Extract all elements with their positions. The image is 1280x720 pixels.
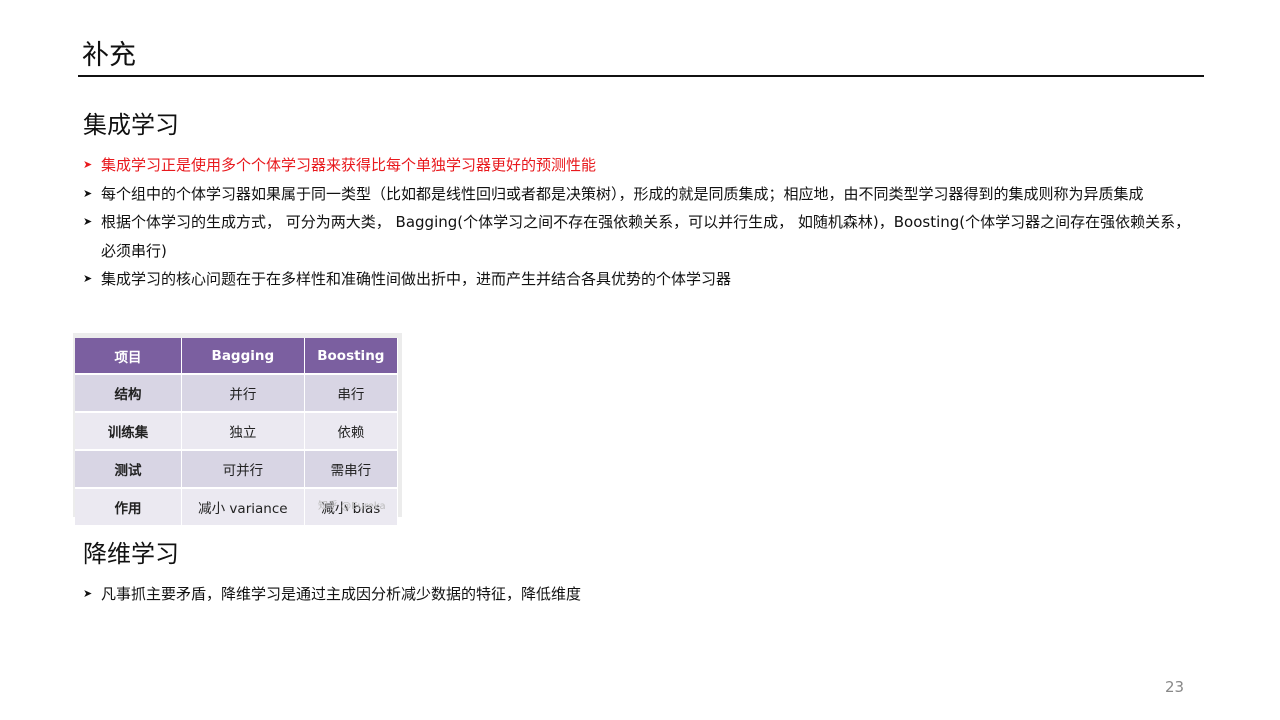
table-header-row: 项目 Bagging Boosting [75,338,399,374]
bullet-text: 凡事抓主要矛盾，降维学习是通过主成因分析减少数据的特征，降低维度 [101,585,582,603]
ensemble-bullet-list: ➤ 集成学习正是使用多个个体学习器来获得比每个单独学习器更好的预测性能 ➤ 每个… [83,151,1203,294]
dimreduction-bullet-list: ➤ 凡事抓主要矛盾，降维学习是通过主成因分析减少数据的特征，降低维度 [83,580,1203,609]
table-cell: 减小 variance [181,487,305,525]
table-cell: 依赖 [304,411,399,450]
table-header-cell: Bagging [181,338,305,374]
table-row-header: 测试 [75,449,182,488]
table-header-cell: 项目 [75,338,182,374]
table-row-header: 作用 [75,487,182,525]
bullet-text: 每个组中的个体学习器如果属于同一类型（比如都是线性回归或者都是决策树），形成的就… [101,184,1144,203]
bullet-item: ➤ 凡事抓主要矛盾，降维学习是通过主成因分析减少数据的特征，降低维度 [83,580,1203,609]
bullet-item: ➤ 集成学习的核心问题在于在多样性和准确性间做出折中，进而产生并结合各具优势的个… [83,265,1203,294]
section-heading-dimensionality-reduction: 降维学习 [83,540,179,568]
table-cell: 可并行 [181,449,305,488]
section-heading-ensemble: 集成学习 [83,111,179,139]
table-row-header: 结构 [75,373,182,412]
table-cell: 串行 [304,373,399,412]
table-cell: 需串行 [304,449,399,488]
arrow-bullet-icon: ➤ [83,158,93,171]
table-row: 训练集 独立 依赖 [75,411,399,450]
table-row-header: 训练集 [75,411,182,450]
arrow-bullet-icon: ➤ [83,186,93,200]
bullet-text: 集成学习的核心问题在于在多样性和准确性间做出折中，进而产生并结合各具优势的个体学… [101,270,732,288]
page-number: 23 [1165,678,1185,696]
bullet-item: ➤ 集成学习正是使用多个个体学习器来获得比每个单独学习器更好的预测性能 [83,151,1203,180]
comparison-table-image: 项目 Bagging Boosting 结构 并行 串行 训练集 独立 依赖 测… [73,333,402,525]
arrow-bullet-icon: ➤ [83,272,93,285]
page-title: 补充 [82,40,136,71]
bullet-text: 根据个体学习的生成方式， 可分为两大类， Bagging(个体学习之间不存在强依… [101,213,1191,260]
table-cell: 并行 [181,373,305,412]
table-row: 结构 并行 串行 [75,373,399,412]
arrow-bullet-icon: ➤ [83,587,93,600]
table-row: 测试 可并行 需串行 [75,449,399,488]
table-header-cell: Boosting [304,338,399,374]
arrow-bullet-icon: ➤ [83,215,93,228]
bullet-text: 集成学习正是使用多个个体学习器来获得比每个单独学习器更好的预测性能 [101,156,597,174]
bullet-item: ➤ 根据个体学习的生成方式， 可分为两大类， Bagging(个体学习之间不存在… [83,208,1203,265]
image-watermark: 知乎 @Eureka [318,501,386,512]
title-divider [78,75,1204,77]
bullet-item: ➤ 每个组中的个体学习器如果属于同一类型（比如都是线性回归或者都是决策树），形成… [83,180,1203,209]
table-cell: 独立 [181,411,305,450]
